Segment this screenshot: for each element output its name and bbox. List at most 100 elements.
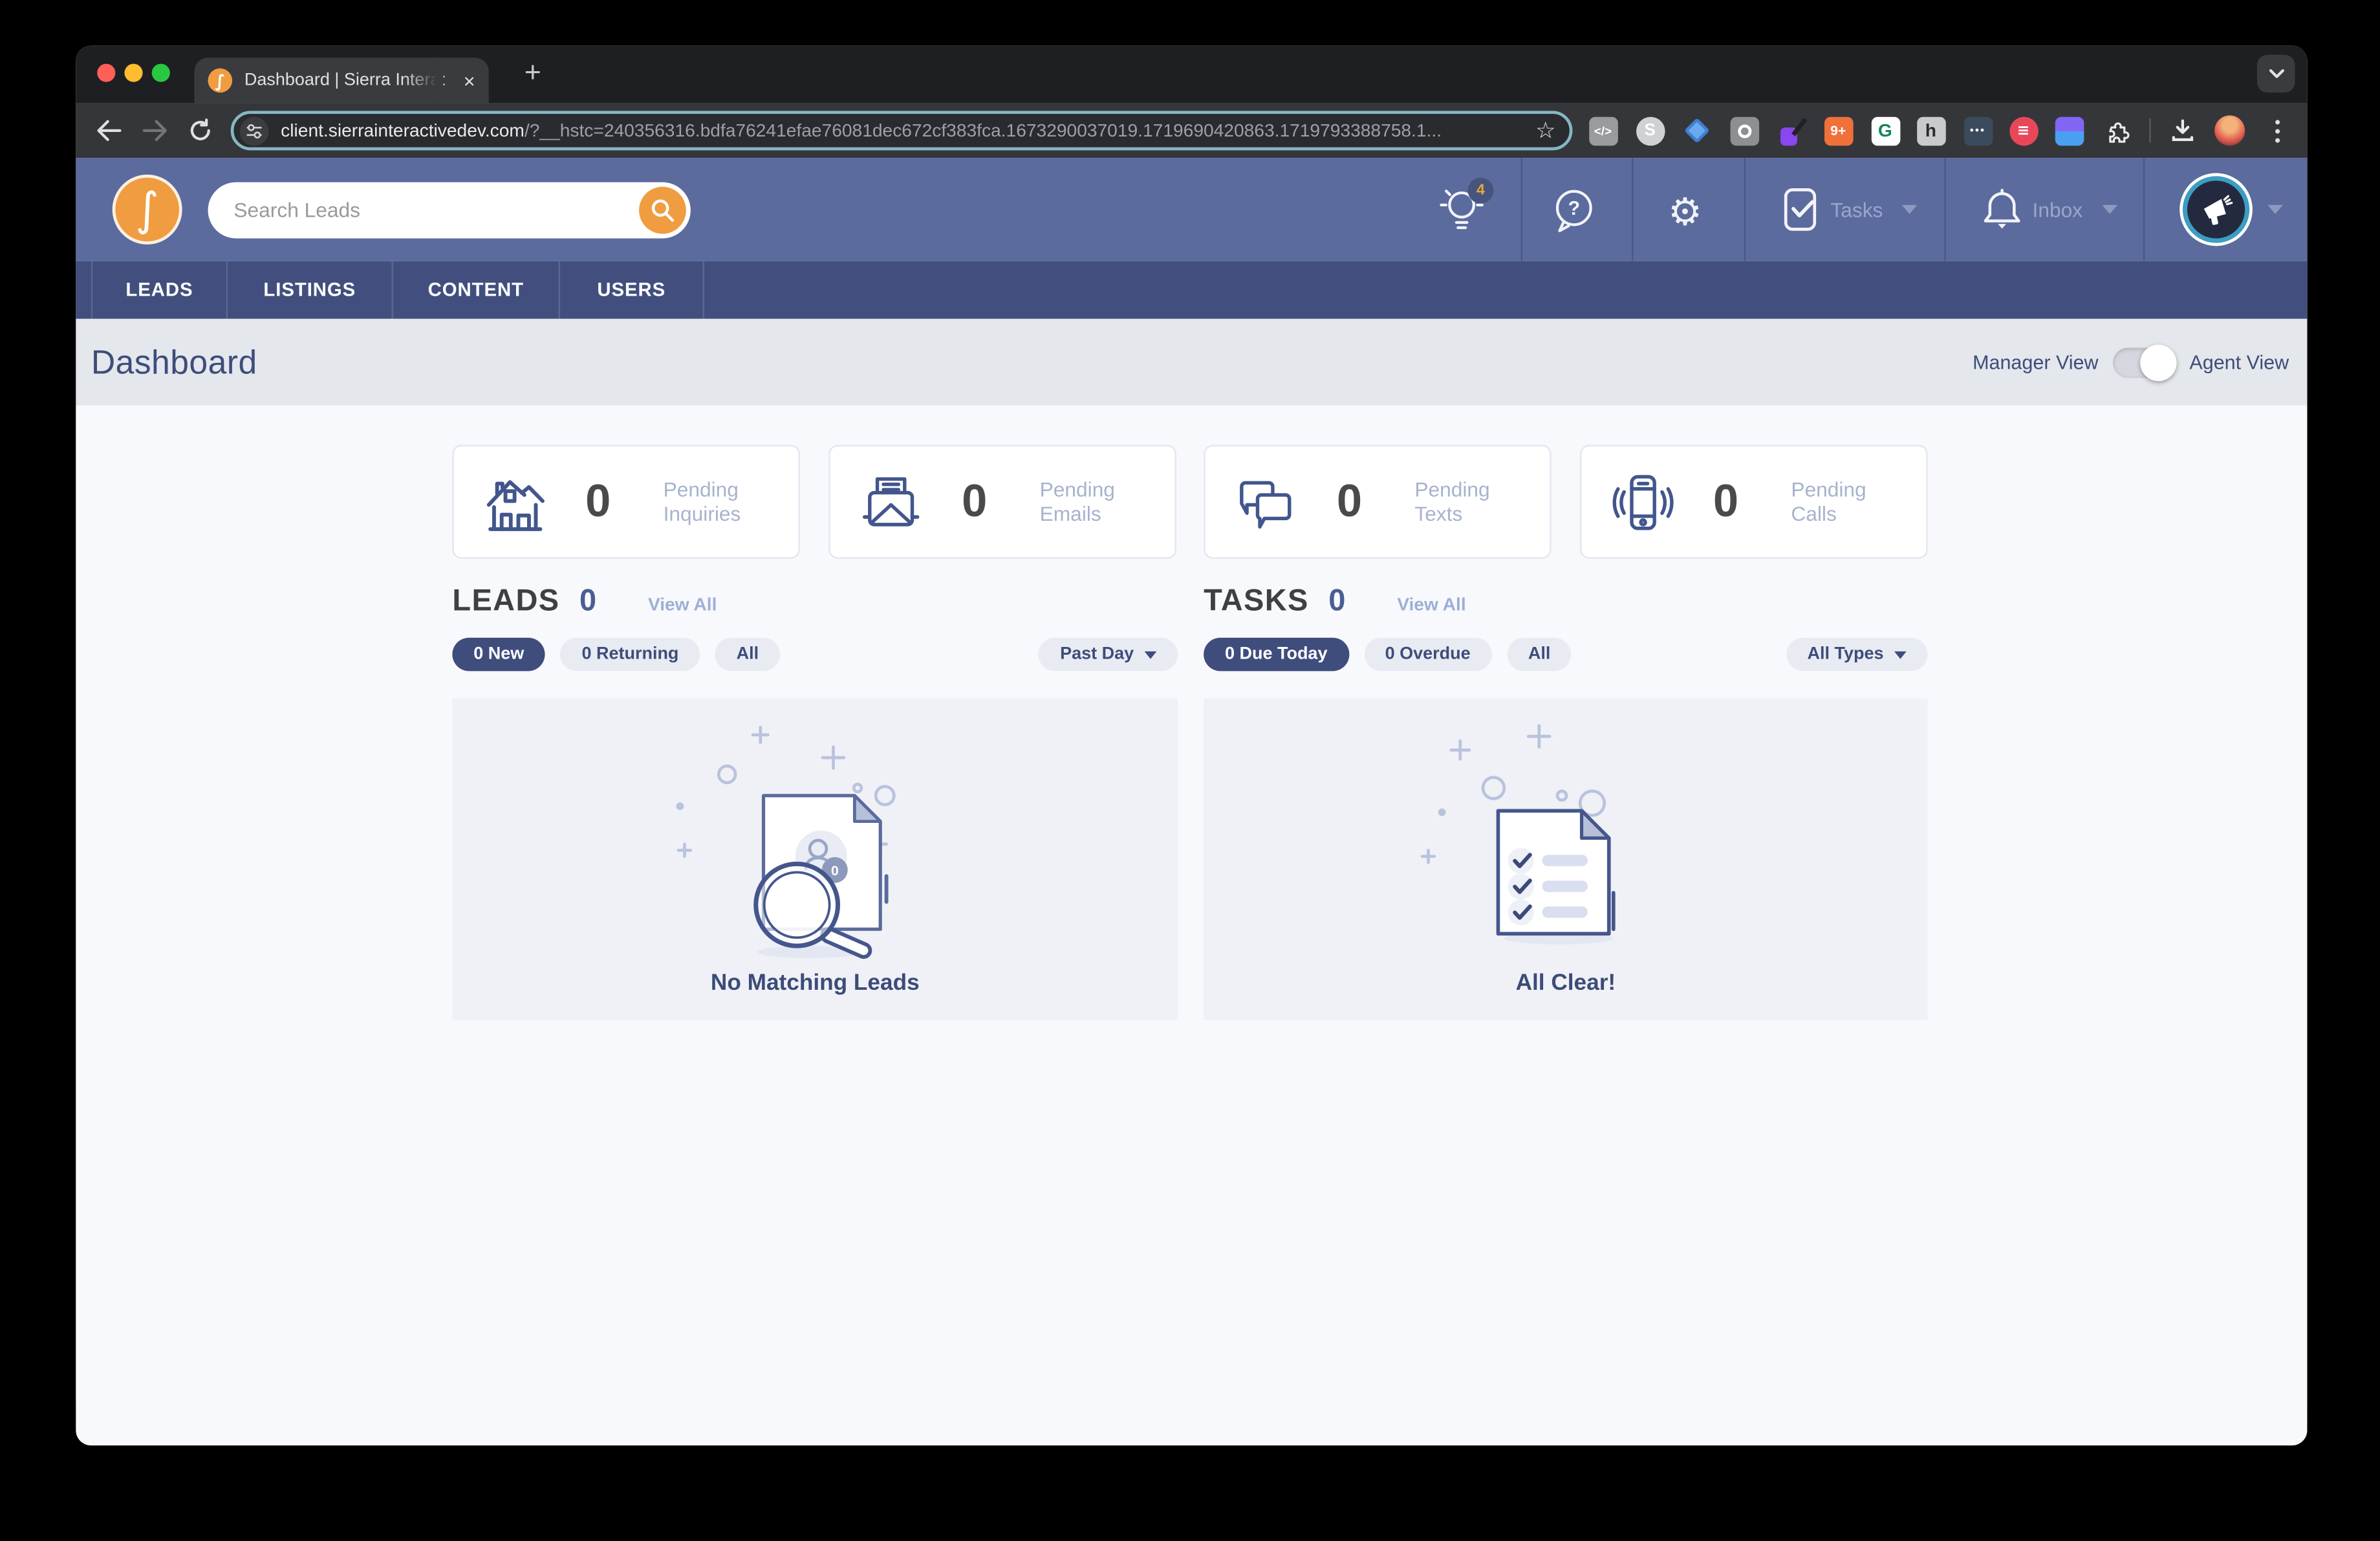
macos-minimize-button[interactable] bbox=[124, 63, 143, 82]
forward-icon[interactable] bbox=[140, 115, 170, 146]
leads-header: LEADS 0 View All bbox=[452, 585, 1178, 624]
extension-h-icon[interactable]: h bbox=[1916, 115, 1946, 146]
stat-label: Pending Calls bbox=[1791, 477, 1866, 525]
extension-camera-icon[interactable] bbox=[1729, 115, 1759, 146]
dashboard-main: 0 Pending Inquiries 0 Pending Emails 0 P… bbox=[76, 405, 2308, 1404]
nav-item-content[interactable]: CONTENT bbox=[393, 261, 561, 319]
extension-stripes-icon[interactable]: ≡ bbox=[2008, 115, 2039, 146]
stat-label: Pending Texts bbox=[1414, 477, 1490, 525]
extension-grammarly-icon[interactable]: G bbox=[1870, 115, 1900, 146]
stat-card-pending-calls[interactable]: 0 Pending Calls bbox=[1580, 444, 1928, 559]
tasks-header: TASKS 0 View All bbox=[1204, 585, 1927, 624]
phone-icon bbox=[1612, 474, 1674, 530]
tasks-type-dropdown[interactable]: All Types bbox=[1786, 637, 1928, 672]
leads-view-all-link[interactable]: View All bbox=[648, 594, 717, 615]
leads-section: LEADS 0 View All 0 New 0 Returning All P… bbox=[452, 585, 1178, 1021]
tab-close-icon[interactable]: × bbox=[464, 71, 475, 91]
macos-maximize-button[interactable] bbox=[151, 63, 170, 82]
stat-value: 0 bbox=[585, 475, 611, 527]
stat-value: 0 bbox=[1713, 475, 1739, 527]
extension-nine-plus-icon[interactable]: 9+ bbox=[1823, 115, 1854, 146]
nav-item-leads[interactable]: LEADS bbox=[91, 261, 228, 319]
extension-s-circle-icon[interactable]: S bbox=[1635, 115, 1665, 146]
inbox-bell-icon[interactable] bbox=[1982, 187, 2022, 232]
downloads-icon[interactable] bbox=[2167, 115, 2198, 146]
browser-window: ∫ Dashboard | Sierra Interactive × + bbox=[76, 45, 2308, 1446]
leads-empty-panel: 0 No Matching Leads bbox=[452, 698, 1178, 1021]
main-nav: LEADS LISTINGS CONTENT USERS bbox=[76, 261, 2308, 319]
settings-gear-icon[interactable]: ⚙ bbox=[1668, 190, 1702, 234]
user-avatar[interactable] bbox=[2187, 180, 2245, 239]
bookmark-star-icon[interactable]: ☆ bbox=[1535, 117, 1556, 144]
page-header-strip: Dashboard Manager View Agent View bbox=[76, 318, 2308, 406]
tasks-filters: 0 Due Today 0 Overdue All All Types bbox=[1204, 637, 1928, 672]
url-bar[interactable]: client.sierrainteractivedev.com/?__hstc=… bbox=[230, 111, 1573, 151]
toggle-knob[interactable] bbox=[2141, 344, 2178, 380]
browser-tab[interactable]: ∫ Dashboard | Sierra Interactive × bbox=[194, 58, 489, 104]
app-header: ∫ 4 bbox=[76, 158, 2308, 261]
envelope-icon bbox=[862, 476, 920, 526]
filter-chip-all-tasks[interactable]: All bbox=[1506, 637, 1572, 672]
stat-card-pending-texts[interactable]: 0 Pending Texts bbox=[1204, 444, 1552, 559]
extension-code-icon[interactable]: </> bbox=[1588, 115, 1618, 146]
chevron-down-icon bbox=[1894, 650, 1907, 659]
extension-diamond-icon[interactable] bbox=[1682, 115, 1712, 146]
browser-profile-avatar[interactable] bbox=[2214, 115, 2245, 146]
tasks-chevron-down-icon[interactable] bbox=[1901, 204, 1918, 214]
stat-label: Pending Inquiries bbox=[663, 477, 741, 525]
extension-purple-blue-icon[interactable] bbox=[2053, 115, 2084, 146]
filter-chip-all[interactable]: All bbox=[715, 637, 780, 672]
svg-text:0: 0 bbox=[831, 864, 839, 879]
tasks-empty-text: All Clear! bbox=[1515, 970, 1616, 996]
tasks-menu[interactable]: Tasks bbox=[1830, 158, 1883, 261]
profile-chevron-down-icon[interactable] bbox=[2267, 204, 2283, 214]
tab-favicon-icon: ∫ bbox=[208, 68, 233, 93]
url-text[interactable]: client.sierrainteractivedev.com/?__hstc=… bbox=[281, 120, 1523, 141]
tasks-count: 0 bbox=[1328, 584, 1346, 618]
filter-chip-returning[interactable]: 0 Returning bbox=[560, 637, 700, 672]
browser-menu-icon[interactable] bbox=[2262, 115, 2292, 146]
stat-card-pending-emails[interactable]: 0 Pending Emails bbox=[828, 444, 1176, 559]
tasks-section: TASKS 0 View All 0 Due Today 0 Overdue A… bbox=[1204, 585, 1928, 1021]
filter-chip-overdue[interactable]: 0 Overdue bbox=[1363, 637, 1492, 672]
search-input[interactable] bbox=[233, 199, 640, 222]
tasks-view-all-link[interactable]: View All bbox=[1397, 594, 1466, 615]
view-toggle-switch[interactable] bbox=[2114, 344, 2178, 380]
tab-search-chevron-icon[interactable] bbox=[2256, 54, 2295, 93]
extensions-puzzle-icon[interactable] bbox=[2101, 115, 2131, 146]
inbox-chevron-down-icon[interactable] bbox=[2102, 204, 2117, 214]
stat-label: Pending Emails bbox=[1039, 477, 1115, 525]
macos-close-button[interactable] bbox=[97, 63, 116, 82]
toolbar-separator bbox=[2149, 118, 2151, 143]
chat-bubbles-icon bbox=[1240, 480, 1292, 528]
nav-item-listings[interactable]: LISTINGS bbox=[228, 261, 393, 319]
lead-search bbox=[208, 182, 691, 239]
url-path: /?__hstc=240356316.bdfa76241efae76081dec… bbox=[524, 120, 1442, 142]
stat-value: 0 bbox=[1336, 475, 1363, 527]
no-leads-illustration: 0 bbox=[676, 725, 896, 959]
sierra-logo[interactable]: ∫ bbox=[112, 174, 182, 245]
notification-badge: 4 bbox=[1467, 177, 1494, 204]
manager-view-label: Manager View bbox=[1973, 351, 2099, 374]
search-icon bbox=[651, 199, 675, 222]
nav-item-users[interactable]: USERS bbox=[560, 261, 704, 319]
url-domain: client.sierrainteractivedev.com bbox=[281, 120, 525, 142]
extension-dots-icon[interactable]: ••• bbox=[1963, 115, 1993, 146]
stat-card-pending-inquiries[interactable]: 0 Pending Inquiries bbox=[452, 444, 800, 559]
extension-eyedropper-icon[interactable] bbox=[1776, 115, 1807, 146]
tasks-checkbox-icon[interactable] bbox=[1780, 187, 1820, 232]
search-button[interactable] bbox=[639, 186, 686, 234]
site-settings-icon[interactable] bbox=[239, 116, 269, 146]
megaphone-icon bbox=[2203, 195, 2233, 225]
page-title: Dashboard bbox=[91, 342, 257, 380]
inbox-menu[interactable]: Inbox bbox=[2033, 158, 2083, 261]
reload-icon[interactable] bbox=[185, 115, 215, 146]
leads-range-dropdown[interactable]: Past Day bbox=[1039, 637, 1178, 672]
help-icon[interactable]: ? bbox=[1553, 188, 1596, 232]
back-icon[interactable] bbox=[92, 115, 123, 146]
filter-chip-due-today[interactable]: 0 Due Today bbox=[1204, 637, 1349, 672]
screen: ∫ Dashboard | Sierra Interactive × + bbox=[0, 0, 2380, 1541]
filter-chip-new[interactable]: 0 New bbox=[452, 637, 546, 672]
new-tab-button[interactable]: + bbox=[513, 54, 552, 94]
chevron-down-icon bbox=[1144, 650, 1157, 659]
